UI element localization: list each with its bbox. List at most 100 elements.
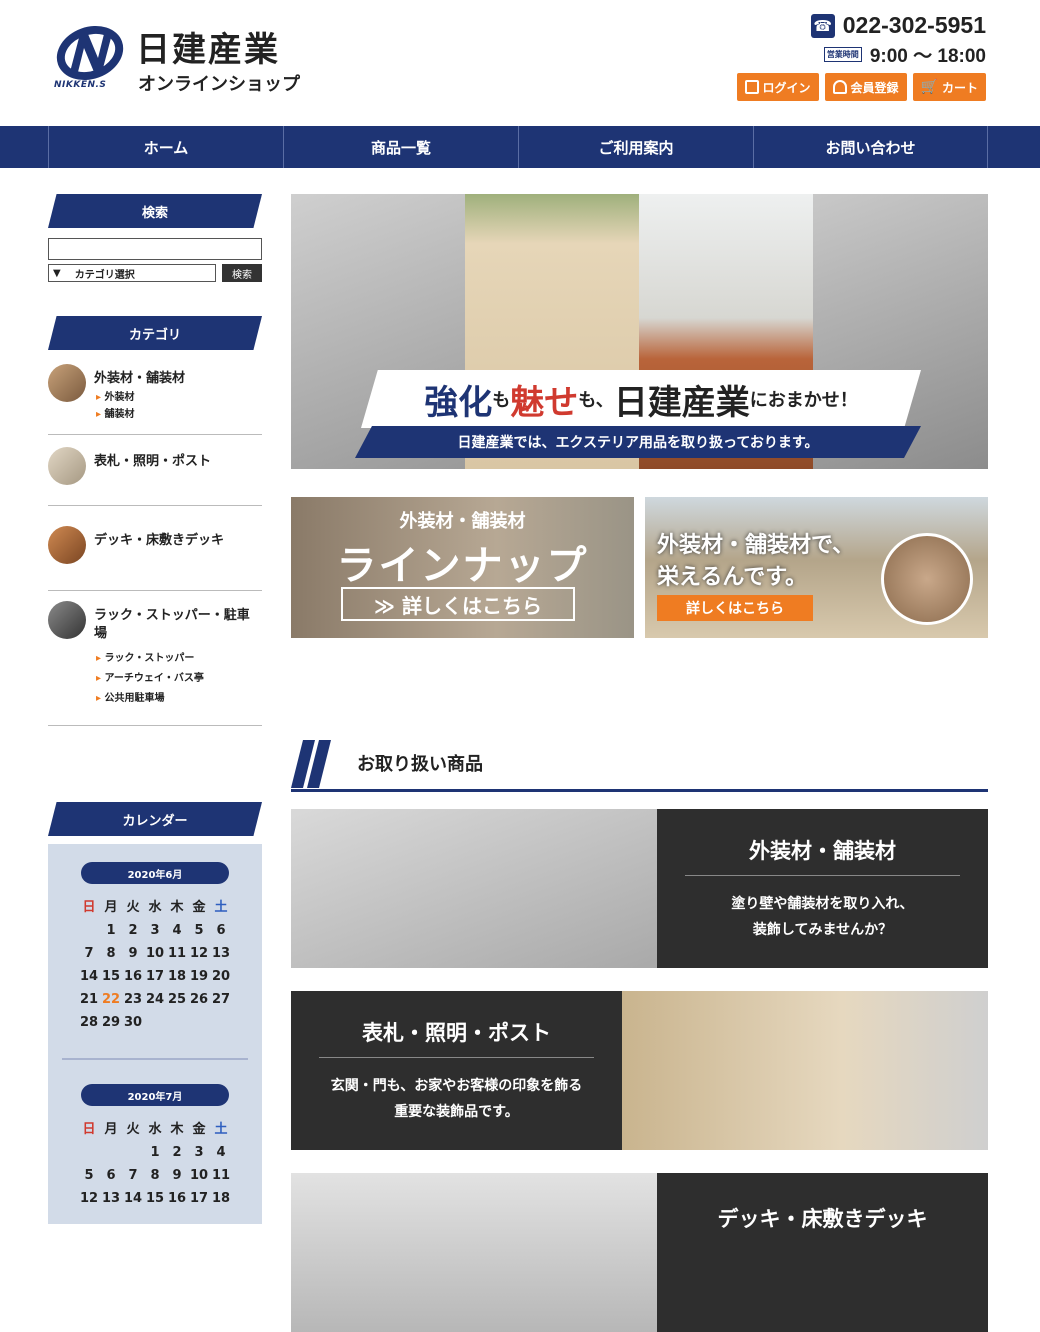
logo-subtext: NIKKEN.S	[54, 80, 107, 90]
search-button[interactable]: 検索	[222, 264, 262, 282]
global-nav: ホーム 商品一覧 ご利用案内 お問い合わせ	[0, 126, 1040, 168]
subcategory-link[interactable]: ラック・ストッパー	[94, 649, 262, 669]
promo-sakaeru[interactable]: 外装材・舗装材で、 栄えるんです。 詳しくはこちら	[645, 497, 988, 638]
site-logo[interactable]: NIKKEN.S 日建産業 オンラインショップ	[52, 18, 312, 108]
register-label: 会員登録	[850, 80, 899, 95]
search-input[interactable]	[48, 238, 262, 260]
category-thumb	[48, 364, 86, 402]
calendar-weekday: 火	[126, 1122, 140, 1137]
calendar-day: 30	[123, 1015, 143, 1030]
calendar-day: 5	[194, 923, 204, 938]
category-select[interactable]: ▼ カテゴリ選択	[48, 264, 216, 282]
calendar-day: 13	[101, 1191, 121, 1206]
calendar-day: 15	[101, 969, 121, 984]
calendar-day: 11	[211, 1168, 231, 1183]
calendar-day: 5	[84, 1168, 94, 1183]
subcategory-link[interactable]: アーチウェイ・バス亭	[94, 669, 262, 689]
promo-lineup-title: ラインナップ	[336, 543, 589, 589]
hero-banner[interactable]: 強化 も 魅せ も、 日建産業 におまかせ！ 日建産業では、エクステリア用品を取…	[291, 194, 988, 469]
calendar-day: 1	[106, 923, 116, 938]
register-button[interactable]: 会員登録	[824, 73, 907, 101]
material-sample-image	[881, 533, 973, 625]
logo-tagline: オンラインショップ	[138, 74, 300, 95]
phone-row: ☎ 022-302-5951	[786, 12, 986, 39]
calendar-day: 6	[106, 1168, 116, 1183]
category-label[interactable]: ラック・ストッパー・駐車場	[94, 607, 262, 643]
subcategory-link[interactable]: 公共用駐車場	[94, 689, 262, 709]
business-hours-row: 営業時間 9:00 〜 18:00	[786, 41, 986, 68]
nav-home[interactable]: ホーム	[48, 126, 283, 168]
calendar-day: 15	[145, 1191, 165, 1206]
hero-word: も、	[578, 390, 614, 411]
calendar-weekday: 金	[192, 900, 206, 915]
calendar-grid: 日月火水木金土 1 2 3 4 5 6 7 8 9 10 11 12 13 14 15 16 17 18 19 20 21…	[62, 896, 248, 1034]
nav-guide[interactable]: ご利用案内	[518, 126, 753, 168]
calendar-day: 12	[79, 1191, 99, 1206]
calendar-day	[78, 1141, 100, 1164]
logo-title: 日建産業	[136, 30, 280, 70]
calendar-day: 18	[167, 969, 187, 984]
calendar-day: 26	[189, 992, 209, 1007]
cart-label: カート	[941, 80, 978, 95]
nav-contact[interactable]: お問い合わせ	[753, 126, 988, 168]
product-description: 塗り壁や舗装材を取り入れ、 装飾してみませんか？	[731, 896, 914, 938]
calendar-day: 19	[189, 969, 209, 984]
calendar-day: 7	[128, 1168, 138, 1183]
calendar-weekday: 土	[214, 900, 228, 915]
product-card[interactable]: デッキ・床敷きデッキ	[291, 1173, 988, 1332]
product-title: デッキ・床敷きデッキ	[717, 1207, 928, 1231]
phone-number[interactable]: 022-302-5951	[843, 12, 986, 39]
login-label: ログイン	[762, 80, 811, 95]
calendar-divider	[62, 1058, 248, 1060]
product-card[interactable]: 外装材・舗装材 塗り壁や舗装材を取り入れ、 装飾してみませんか？	[291, 809, 988, 968]
calendar-day: 8	[150, 1168, 160, 1183]
promo-lineup[interactable]: 外装材・舗装材 ラインナップ ≫ 詳しくはこちら	[291, 497, 634, 638]
category-item[interactable]: 外装材・舗装材 外装材 舗装材	[48, 350, 262, 435]
calendar-day: 11	[167, 946, 187, 961]
category-item[interactable]: ラック・ストッパー・駐車場 ラック・ストッパー アーチウェイ・バス亭 公共用駐車…	[48, 591, 262, 726]
promo-sakaeru-button[interactable]: 詳しくはこちら	[657, 595, 813, 621]
user-icon	[832, 80, 847, 94]
promo-lineup-button[interactable]: ≫ 詳しくはこちら	[341, 587, 575, 621]
category-item[interactable]: 表札・照明・ポスト	[48, 435, 262, 506]
calendar-day: 28	[79, 1015, 99, 1030]
product-title: 表札・照明・ポスト	[362, 1021, 551, 1045]
hero-caption: 強化 も 魅せ も、 日建産業 におまかせ！ 日建産業では、エクステリア用品を取…	[355, 370, 921, 458]
calendar-day: 1	[150, 1145, 160, 1160]
sidebar: 検索 ▼ カテゴリ選択 検索 カテゴリ 外装材・舗装材 外装材 舗装材 表札・照…	[48, 194, 262, 1224]
product-image	[291, 1173, 657, 1332]
calendar-day: 22	[101, 992, 121, 1007]
category-label[interactable]: デッキ・床敷きデッキ	[94, 532, 262, 550]
hero-word: 魅せ	[510, 382, 579, 423]
nav-products[interactable]: 商品一覧	[283, 126, 518, 168]
category-item[interactable]: デッキ・床敷きデッキ	[48, 506, 262, 591]
cart-button[interactable]: 🛒 カート	[912, 73, 986, 101]
calendar-day: 13	[211, 946, 231, 961]
calendar-day: 3	[194, 1145, 204, 1160]
subcategory-link[interactable]: 外装材	[94, 388, 262, 408]
calendar-weekday: 水	[148, 1122, 162, 1137]
category-label[interactable]: 表札・照明・ポスト	[94, 453, 262, 471]
section-title: お取り扱い商品	[357, 754, 483, 775]
subcategory-link[interactable]: 舗装材	[94, 408, 262, 422]
promo-sakaeru-line1: 外装材・舗装材で、	[657, 533, 855, 558]
business-hours-badge: 営業時間	[823, 47, 862, 62]
hero-headline: 強化 も 魅せ も、 日建産業 におまかせ！	[361, 370, 921, 428]
category-thumb	[48, 601, 86, 639]
calendar-day	[122, 1141, 144, 1164]
category-label[interactable]: 外装材・舗装材	[94, 370, 262, 388]
hero-word: 日建産業	[613, 382, 750, 423]
calendar-day: 23	[123, 992, 143, 1007]
login-button[interactable]: ログイン	[736, 73, 819, 101]
calendar-day: 17	[189, 1191, 209, 1206]
product-image	[291, 809, 657, 968]
calendar-day: 10	[189, 1168, 209, 1183]
phone-icon: ☎	[810, 13, 835, 38]
site-header: NIKKEN.S 日建産業 オンラインショップ ☎ 022-302-5951 営…	[0, 0, 1040, 126]
product-card[interactable]: 表札・照明・ポスト 玄関・門も、お家やお客様の印象を飾る 重要な装飾品です。	[291, 991, 988, 1150]
account-buttons: ログイン 会員登録 🛒 カート	[736, 73, 986, 101]
calendar-weekday: 金	[192, 1122, 206, 1137]
calendar-weekday: 土	[214, 1122, 228, 1137]
calendar-day: 20	[211, 969, 231, 984]
product-panel: 表札・照明・ポスト 玄関・門も、お家やお客様の印象を飾る 重要な装飾品です。	[291, 991, 622, 1150]
